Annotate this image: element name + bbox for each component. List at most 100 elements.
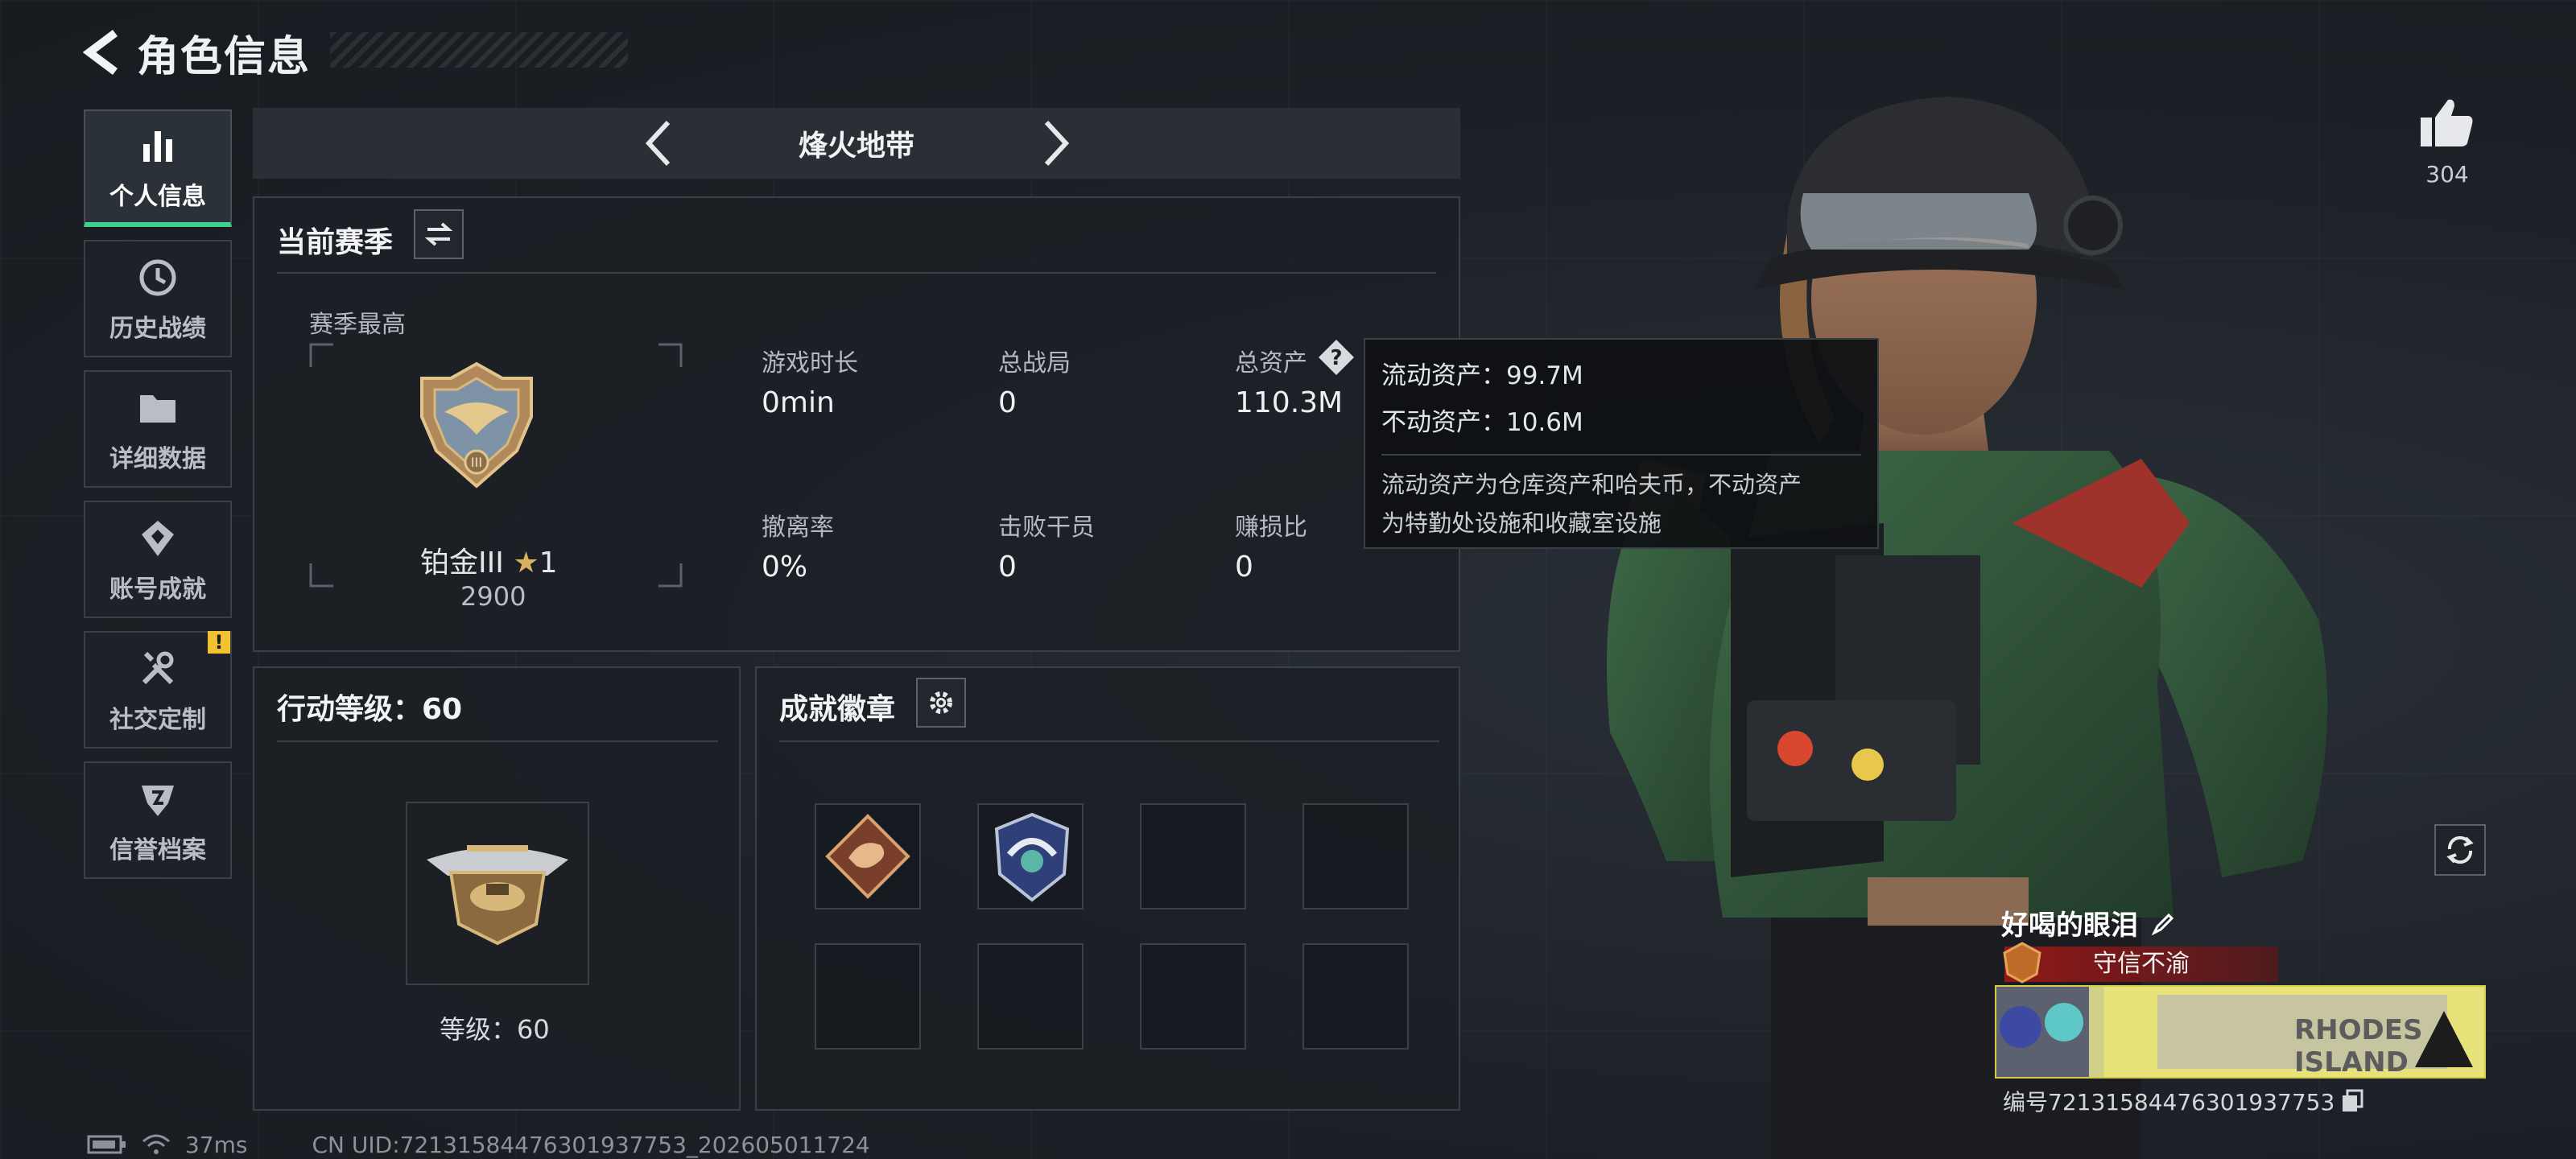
alert-badge: !	[208, 631, 230, 654]
rank-name-text: 铂金III	[420, 547, 504, 580]
sidebar-item-personal-info[interactable]: 个人信息	[84, 109, 232, 227]
title-emblem-icon	[2003, 942, 2041, 984]
tools-icon	[134, 645, 182, 693]
battery-icon	[87, 1135, 126, 1154]
edit-icon[interactable]	[2151, 910, 2177, 936]
refresh-icon	[2446, 835, 2474, 864]
stat-label-matches: 总战局	[998, 349, 1071, 377]
helicopter-emblem-icon	[427, 845, 568, 946]
bar-chart-icon	[134, 122, 182, 170]
divider	[277, 740, 718, 742]
uid-text: CN UID:72131584476301937753_202605011724	[312, 1131, 870, 1158]
sidebar-item-credit[interactable]: 信誉档案	[84, 761, 232, 879]
header: 角色信息	[80, 24, 628, 81]
season-switch-button[interactable]	[414, 209, 464, 259]
action-level-title: 行动等级：60	[277, 693, 463, 726]
player-name: 好喝的眼泪	[2001, 903, 2177, 942]
divider	[1381, 454, 1861, 456]
clock-icon	[134, 254, 182, 302]
rank-emblem-icon: III	[420, 361, 533, 489]
tooltip-fixed-assets: 不动资产：10.6M	[1381, 408, 1583, 437]
header-stripe	[330, 32, 628, 68]
stat-value-assets: 110.3M	[1235, 386, 1344, 419]
assets-tooltip: 流动资产：99.7M 不动资产：10.6M 流动资产为仓库资产和哈夫币，不动资产…	[1364, 338, 1879, 549]
badge-slot-empty[interactable]	[1302, 803, 1409, 909]
svg-text:?: ?	[1330, 346, 1342, 370]
swap-icon	[424, 222, 453, 246]
svg-text:III: III	[471, 455, 482, 470]
folder-icon	[134, 384, 182, 432]
player-title-text: 守信不渝	[2093, 950, 2190, 978]
season-best-label: 赛季最高	[309, 311, 406, 339]
stat-label-assets: 总资产	[1235, 349, 1307, 377]
stat-value-profit-ratio: 0	[1235, 551, 1253, 584]
dragon-badge-icon	[825, 814, 910, 899]
like-count: 304	[2425, 161, 2469, 188]
player-card-banner[interactable]: RHODES ISLAND	[1995, 985, 2486, 1079]
mode-title: 烽火地带	[798, 130, 914, 163]
season-panel: 当前赛季 赛季最高 III 铂金III ★1 2900 游戏时长 0min 总战…	[253, 196, 1460, 652]
rank-name: 铂金III ★1	[420, 539, 558, 581]
ping-text: 37ms	[185, 1131, 248, 1158]
mode-prev-button[interactable]	[634, 119, 683, 167]
sidebar-item-label: 信誉档案	[109, 836, 206, 864]
shield-icon	[134, 775, 182, 823]
level-emblem-frame	[406, 802, 589, 985]
player-id-text: 编号7213158447630193775​3	[2003, 1089, 2335, 1116]
page-title: 角色信息	[137, 32, 312, 81]
status-bar: 37ms CN UID:72131584476301937753_2026050…	[87, 1130, 870, 1159]
sidebar-item-label: 历史战绩	[109, 315, 206, 343]
help-icon[interactable]: ?	[1317, 338, 1356, 377]
rank-stars: 1	[539, 547, 558, 580]
star-icon: ★	[513, 547, 539, 580]
divider	[277, 272, 1436, 274]
mode-selector: 烽火地带	[253, 108, 1460, 179]
badge-slot-empty[interactable]	[1302, 943, 1409, 1050]
badges-settings-button[interactable]	[916, 678, 966, 728]
mode-next-button[interactable]	[1032, 119, 1080, 167]
wifi-icon	[142, 1134, 170, 1154]
player-title-badge: 守信不渝	[2004, 947, 2278, 982]
stat-label-profit-ratio: 赚损比	[1235, 514, 1307, 542]
season-title: 当前赛季	[277, 226, 394, 259]
sidebar-item-label: 详细数据	[109, 445, 206, 473]
player-name-text: 好喝的眼泪	[2001, 909, 2138, 942]
chevron-right-icon	[1044, 120, 1070, 167]
stat-label-kills: 击败干员	[998, 514, 1095, 542]
rank-score: 2900	[460, 581, 526, 612]
sidebar-item-achievements[interactable]: 账号成就	[84, 501, 232, 618]
like-widget[interactable]: 304	[2407, 97, 2487, 188]
sidebar-item-label: 社交定制	[109, 706, 206, 734]
badge-slot-empty[interactable]	[815, 943, 921, 1050]
badge-slot-eagle[interactable]	[977, 803, 1084, 909]
action-level-panel: 行动等级：60 等级：60	[253, 666, 741, 1111]
stat-value-matches: 0	[998, 386, 1017, 419]
rotate-model-button[interactable]	[2434, 824, 2486, 876]
stat-value-extract-rate: 0%	[762, 551, 808, 584]
player-id: 编号7213158447630193775​3	[2003, 1085, 2363, 1117]
thumbs-up-icon	[2421, 99, 2473, 146]
stat-label-extract-rate: 撤离率	[762, 514, 834, 542]
tooltip-description-line1: 流动资产为仓库资产和哈夫币，不动资产	[1381, 471, 1802, 498]
tooltip-liquid-assets: 流动资产：99.7M	[1381, 361, 1583, 390]
chevron-left-icon	[645, 120, 671, 167]
sidebar-item-social[interactable]: ! 社交定制	[84, 631, 232, 749]
divider	[779, 740, 1439, 742]
tooltip-description-line2: 为特勤处设施和收藏室设施	[1381, 509, 1662, 537]
sidebar-item-label: 账号成就	[109, 575, 206, 604]
gear-icon	[930, 691, 952, 714]
sidebar-item-history[interactable]: 历史战绩	[84, 240, 232, 357]
sidebar: 个人信息 历史战绩 详细数据 账号成就 ! 社交定制 信誉档案	[84, 109, 232, 892]
badge-slot-empty[interactable]	[1140, 803, 1246, 909]
achievement-icon	[134, 514, 182, 563]
eagle-badge-icon	[994, 812, 1070, 902]
back-button[interactable]	[80, 30, 126, 75]
badge-slot-empty[interactable]	[1140, 943, 1246, 1050]
badge-slot-dragon[interactable]	[815, 803, 921, 909]
sidebar-item-details[interactable]: 详细数据	[84, 370, 232, 488]
badge-slot-empty[interactable]	[977, 943, 1084, 1050]
stat-label-playtime: 游戏时长	[762, 349, 858, 377]
copy-icon[interactable]	[2341, 1089, 2363, 1113]
stat-value-kills: 0	[998, 551, 1017, 584]
sidebar-item-label: 个人信息	[109, 183, 206, 211]
